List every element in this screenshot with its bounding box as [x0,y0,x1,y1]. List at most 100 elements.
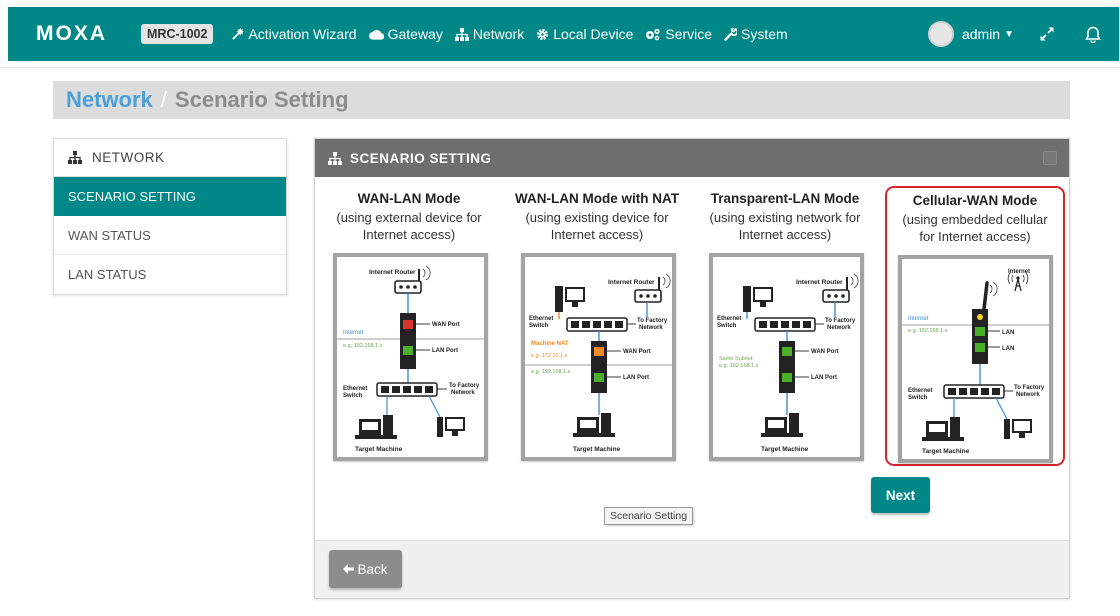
moxa-logo[interactable]: MOXA [36,22,124,46]
mode-description: (using existing device for [525,210,669,225]
main-nav: Activation Wizard Gateway Network Local … [219,26,788,42]
nav-network[interactable]: Network [454,26,525,42]
wan-lan-nat-diagram[interactable]: Internet Router Ethernet Switch To Facto… [521,253,676,461]
target-machine-label: Target Machine [922,448,970,455]
subnet-example: e.g. 192.168.1.x [343,343,383,349]
factory-label: Network [1016,392,1040,398]
nat-label: Machine NAT [531,341,569,347]
router-label: Internet Router [796,279,843,286]
subnet-example: e.g. 192.168.1.x [908,328,948,334]
internet-label: Internet [908,316,929,322]
sitemap-icon [454,27,469,41]
nav-local-device[interactable]: Local Device [536,26,633,42]
cloud-icon [368,29,384,40]
sidebar-title: NETWORK [92,150,165,165]
lan-port-label: LAN Port [623,375,649,381]
mode-title: WAN-LAN Mode [357,191,461,206]
expand-icon[interactable] [1034,21,1060,47]
lan-port-label: LAN Port [432,348,458,354]
sidebar-item-scenario-setting[interactable]: SCENARIO SETTING [54,177,286,216]
nat-example: e.g. 172.20.1.x [531,353,568,359]
mode-card-wan-lan[interactable]: WAN-LAN Mode (using external device for … [319,183,499,461]
avatar[interactable] [927,21,954,47]
tooltip: Scenario Setting [604,507,694,525]
mode-description: for Internet access) [919,229,1031,244]
model-badge: MRC-1002 [141,24,214,44]
wan-lan-diagram[interactable]: Internet Router Internet e.g. 192.168.1.… [333,253,488,461]
nav-label: Network [472,26,525,42]
panel-header: SCENARIO SETTING [315,139,1069,177]
sidebar-item-lan-status[interactable]: LAN STATUS [54,255,286,294]
sidebar-header: NETWORK [54,139,286,177]
nav-service[interactable]: Service [645,26,712,42]
mode-title: Transparent-LAN Mode [710,191,860,206]
breadcrumb: Network / Scenario Setting [53,81,1070,119]
switch-label: Ethernet [343,386,367,392]
target-machine-label: Target Machine [573,446,621,453]
user-menu[interactable]: admin [962,26,1000,42]
factory-label: Network [639,325,663,331]
breadcrumb-current: Scenario Setting [174,87,349,112]
gears-icon [646,28,660,40]
gear-icon [537,28,549,40]
nav-label: System [741,26,788,42]
mode-description: (using embedded cellular [902,212,1048,227]
nav-label: Service [665,26,713,42]
breadcrumb-network-link[interactable]: Network [66,87,153,113]
sitemap-icon [328,151,342,165]
nav-label: Local Device [553,26,634,42]
router-label: Internet Router [369,269,416,276]
collapse-icon[interactable] [1043,151,1057,165]
nav-gateway[interactable]: Gateway [368,26,443,42]
factory-label: To Factory [637,318,668,324]
next-button[interactable]: Next [871,477,930,513]
wan-port-label: WAN Port [623,349,651,355]
transparent-lan-diagram[interactable]: Internet Router Ethernet Switch To Facto… [709,253,864,461]
factory-label: To Factory [825,318,856,324]
top-navigation: MOXA MRC-1002 Activation Wizard Gateway … [8,7,1119,61]
sidebar-item-wan-status[interactable]: WAN STATUS [54,216,286,255]
back-button[interactable]: Back [329,550,402,588]
bell-icon[interactable] [1080,21,1106,47]
nav-label: Activation Wizard [248,26,357,42]
switch-label: Switch [908,395,928,401]
lan-port-label: LAN Port [811,375,837,381]
router-label: Internet Router [608,279,655,286]
switch-label: Ethernet [529,316,553,322]
nav-activation-wizard[interactable]: Activation Wizard [231,26,357,42]
factory-label: To Factory [1014,385,1045,391]
mode-card-transparent-lan[interactable]: Transparent-LAN Mode (using existing net… [695,183,875,461]
magic-wand-icon [232,27,245,40]
lan-label: LAN [1002,346,1014,352]
arrow-left-icon [343,562,355,577]
nav-label: Gateway [387,26,443,42]
wan-port-label: WAN Port [811,349,839,355]
internet-label: Internet [343,330,364,336]
subnet-example: e.g. 192.168.1.x [719,363,759,369]
mode-card-wan-lan-nat[interactable]: WAN-LAN Mode with NAT (using existing de… [507,183,687,461]
mode-description: Internet access) [362,227,456,242]
mode-description: (using external device for [336,210,482,225]
mode-card-cellular-wan[interactable]: Cellular-WAN Mode (using embedded cellul… [885,186,1065,466]
panel-title: SCENARIO SETTING [350,150,492,166]
scenario-panel: SCENARIO SETTING WAN-LAN Mode (using ext… [314,138,1070,599]
mode-title: Cellular-WAN Mode [912,193,1038,208]
wrench-icon [724,27,738,41]
lan-label: LAN [1002,330,1014,336]
cellular-wan-diagram[interactable]: Internet Internet e.g. 192.168.1.x LAN L… [898,255,1053,463]
mode-title: WAN-LAN Mode with NAT [515,191,679,206]
target-machine-label: Target Machine [355,446,403,453]
mode-description: (using existing network for [709,210,861,225]
switch-label: Switch [717,323,737,329]
switch-label: Switch [529,323,549,329]
back-label: Back [357,561,388,577]
subnet-example: e.g. 192.168.1.x [531,369,571,375]
caret-down-icon[interactable]: ▼ [1004,29,1014,40]
switch-label: Ethernet [908,388,932,394]
nav-system[interactable]: System [724,26,788,42]
wan-port-label: WAN Port [432,322,460,328]
factory-label: Network [451,390,475,396]
sidebar: NETWORK SCENARIO SETTING WAN STATUS LAN … [53,138,287,295]
same-subnet-label: Same Subnet: [719,356,754,362]
factory-label: Network [827,325,851,331]
